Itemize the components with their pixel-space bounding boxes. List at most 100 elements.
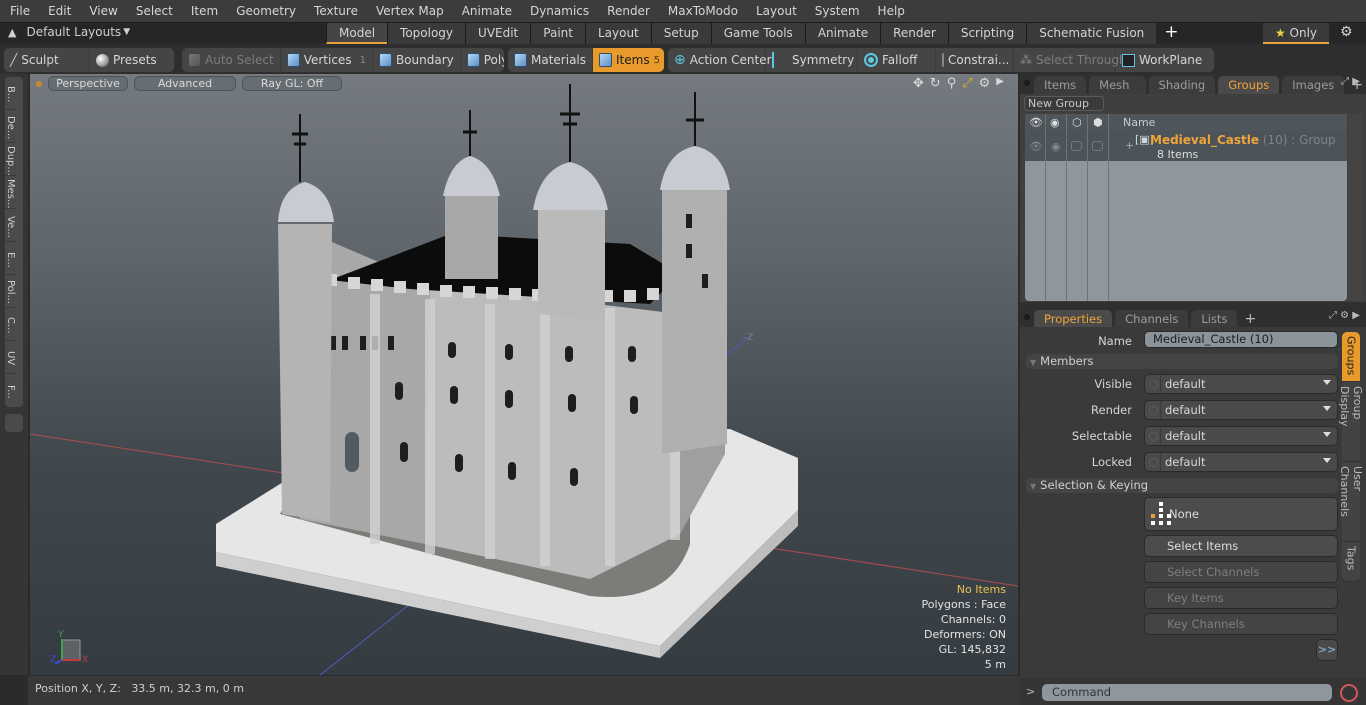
menu-render[interactable]: Render bbox=[597, 0, 658, 22]
3d-viewport[interactable]: Y X Z -Z Perspective Advanced Ray GL: Of… bbox=[30, 74, 1018, 675]
tab-groups[interactable]: Groups bbox=[1218, 76, 1280, 94]
tool-tab-basic[interactable]: B... bbox=[5, 77, 16, 110]
tab-game-tools[interactable]: Game Tools bbox=[710, 23, 805, 44]
zoom-icon[interactable]: ⚲ bbox=[947, 76, 957, 91]
members-section[interactable]: ▼ Members bbox=[1026, 354, 1338, 369]
only-button[interactable]: ★ Only bbox=[1263, 23, 1329, 44]
select-channels-button[interactable]: Select Channels bbox=[1144, 561, 1338, 583]
menu-maxtomodo[interactable]: MaxToModo bbox=[658, 0, 746, 22]
name-field[interactable]: Medieval_Castle (10) bbox=[1144, 331, 1338, 348]
selectable-toggle[interactable] bbox=[1071, 141, 1082, 151]
tool-tab-uv[interactable]: UV bbox=[5, 341, 16, 374]
group-row[interactable]: 👁 ◉ + [▣] Medieval_Castle (10) : Group 8… bbox=[1025, 131, 1347, 161]
visible-keyframe-toggle[interactable] bbox=[1145, 375, 1161, 393]
collapse-arrow-icon[interactable]: ▲ bbox=[8, 26, 16, 39]
tab-animate[interactable]: Animate bbox=[804, 23, 881, 44]
render-keyframe-toggle[interactable] bbox=[1145, 401, 1161, 419]
menu-layout[interactable]: Layout bbox=[746, 0, 805, 22]
sculpt-button[interactable]: ╱ Sculpt bbox=[4, 48, 90, 72]
lock-toggle[interactable] bbox=[1092, 141, 1103, 151]
select-items-button[interactable]: Select Items bbox=[1144, 535, 1338, 557]
tab-model[interactable]: Model bbox=[326, 23, 388, 44]
tool-tab-edge[interactable]: E... bbox=[5, 242, 16, 275]
panel-maximize-icon[interactable]: ⤢ ▶ bbox=[1341, 76, 1360, 87]
auto-select-button[interactable]: Auto Select bbox=[182, 48, 281, 72]
view-mode-button[interactable]: Perspective bbox=[48, 76, 128, 91]
add-tab-button[interactable]: + bbox=[1156, 23, 1186, 44]
visibility-toggle-icon[interactable]: 👁 bbox=[1029, 140, 1043, 153]
tool-tab-polygon[interactable]: Pol... bbox=[5, 275, 16, 308]
tab-schematic-fusion[interactable]: Schematic Fusion bbox=[1026, 23, 1157, 44]
key-items-button[interactable]: Key Items bbox=[1144, 587, 1338, 609]
more-button[interactable]: >> bbox=[1316, 639, 1338, 661]
tab-images[interactable]: Images bbox=[1282, 76, 1345, 94]
expand-arrow-icon[interactable]: ▶ bbox=[996, 76, 1004, 91]
viewport-gear-icon[interactable]: ⚙ bbox=[979, 76, 991, 91]
menu-animate[interactable]: Animate bbox=[452, 0, 520, 22]
materials-button[interactable]: Materials bbox=[508, 48, 594, 72]
menu-dynamics[interactable]: Dynamics bbox=[520, 0, 597, 22]
lock-column-icon[interactable]: ⬢ bbox=[1093, 116, 1103, 129]
tab-topology[interactable]: Topology bbox=[387, 23, 466, 44]
key-channels-button[interactable]: Key Channels bbox=[1144, 613, 1338, 635]
viewport-options-dot[interactable] bbox=[36, 80, 42, 87]
menu-system[interactable]: System bbox=[805, 0, 868, 22]
tool-tab-mesh-edit[interactable]: Mes... bbox=[5, 176, 16, 209]
menu-geometry[interactable]: Geometry bbox=[226, 0, 304, 22]
menu-help[interactable]: Help bbox=[868, 0, 913, 22]
side-tab-groups[interactable]: Groups bbox=[1342, 332, 1360, 382]
locked-dropdown[interactable]: default bbox=[1144, 452, 1338, 472]
render-dropdown[interactable]: default bbox=[1144, 400, 1338, 420]
tab-lists[interactable]: Lists bbox=[1191, 310, 1238, 328]
shading-mode-button[interactable]: Advanced bbox=[134, 76, 236, 91]
tab-scripting[interactable]: Scripting bbox=[947, 23, 1027, 44]
visible-dropdown[interactable]: default bbox=[1144, 374, 1338, 394]
tab-channels[interactable]: Channels bbox=[1115, 310, 1189, 328]
layouts-dropdown[interactable]: ▲ Default Layouts ▼ bbox=[8, 25, 130, 39]
maximize-icon[interactable]: ⤢ bbox=[962, 76, 972, 91]
menu-select[interactable]: Select bbox=[126, 0, 181, 22]
constraints-button[interactable]: Constrai... bbox=[936, 48, 1014, 72]
selectable-column-icon[interactable]: ⬡ bbox=[1072, 116, 1082, 129]
selectable-keyframe-toggle[interactable] bbox=[1145, 427, 1161, 445]
tab-render[interactable]: Render bbox=[880, 23, 948, 44]
record-macro-icon[interactable] bbox=[1340, 684, 1358, 702]
properties-menu-dot[interactable] bbox=[1024, 314, 1030, 320]
menu-edit[interactable]: Edit bbox=[38, 0, 79, 22]
tab-uvedit[interactable]: UVEdit bbox=[465, 23, 531, 44]
panel-menu-dot[interactable] bbox=[1024, 80, 1030, 86]
render-column-icon[interactable]: ◉ bbox=[1050, 116, 1060, 129]
tool-tab-fusion[interactable]: F... bbox=[5, 374, 16, 407]
menu-file[interactable]: File bbox=[0, 0, 38, 22]
properties-controls-icon[interactable]: ⤢ ⚙ ▶ bbox=[1329, 310, 1360, 321]
visibility-column-icon[interactable]: 👁 bbox=[1029, 116, 1043, 129]
side-tab-group-display[interactable]: Group Display bbox=[1338, 382, 1364, 462]
groups-scrollbar[interactable] bbox=[1348, 114, 1362, 301]
rotate-icon[interactable]: ↻ bbox=[930, 76, 941, 91]
menu-view[interactable]: View bbox=[79, 0, 125, 22]
action-center-button[interactable]: ⊕ Action Center bbox=[668, 48, 772, 72]
items-button[interactable]: Items 5 bbox=[593, 48, 664, 72]
menu-item[interactable]: Item bbox=[181, 0, 226, 22]
new-group-button[interactable]: New Group bbox=[1024, 96, 1104, 111]
add-properties-tab-button[interactable]: + bbox=[1244, 311, 1256, 327]
presets-button[interactable]: Presets bbox=[90, 48, 174, 72]
raygl-button[interactable]: Ray GL: Off bbox=[242, 76, 342, 91]
tool-tab-vertex[interactable]: Ve... bbox=[5, 209, 16, 242]
name-column-header[interactable]: Name bbox=[1123, 116, 1155, 129]
side-tab-user-channels[interactable]: User Channels bbox=[1338, 462, 1364, 542]
render-toggle-icon[interactable]: ◉ bbox=[1051, 140, 1061, 153]
select-through-button[interactable]: ⁂ Select Through bbox=[1014, 48, 1127, 72]
tab-paint[interactable]: Paint bbox=[530, 23, 585, 44]
tool-tab-deform[interactable]: De... bbox=[5, 110, 16, 143]
falloff-button[interactable]: Falloff bbox=[858, 48, 936, 72]
menu-texture[interactable]: Texture bbox=[304, 0, 366, 22]
boundary-button[interactable]: Boundary bbox=[373, 48, 461, 72]
selectable-dropdown[interactable]: default bbox=[1144, 426, 1338, 446]
tab-layout[interactable]: Layout bbox=[584, 23, 651, 44]
menu-vertex-map[interactable]: Vertex Map bbox=[366, 0, 452, 22]
selection-keying-section[interactable]: ▼ Selection & Keying bbox=[1026, 478, 1338, 493]
tab-setup[interactable]: Setup bbox=[650, 23, 711, 44]
tool-tab-curve[interactable]: C... bbox=[5, 308, 16, 341]
pan-icon[interactable]: ✥ bbox=[913, 76, 924, 91]
